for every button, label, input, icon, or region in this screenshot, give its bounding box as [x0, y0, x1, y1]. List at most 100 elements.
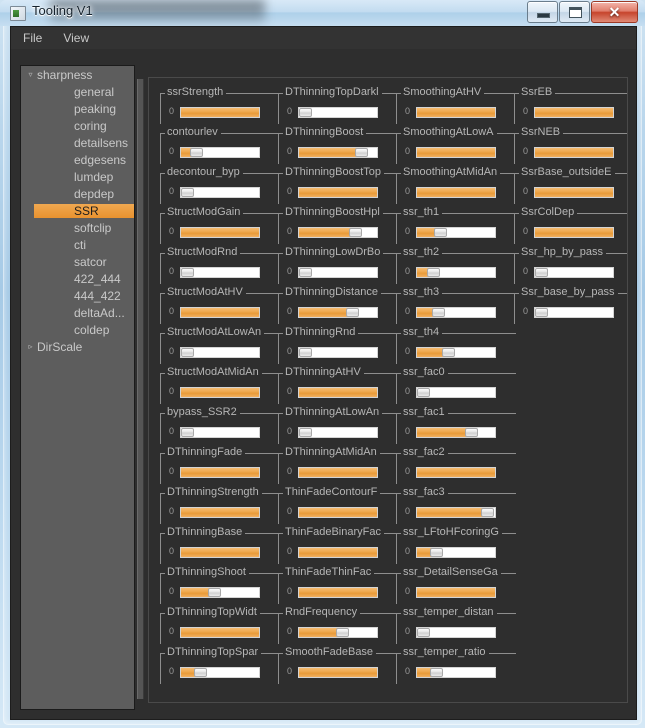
tree-twisty-icon[interactable]: ▿ [24, 70, 37, 79]
slider-handle[interactable] [299, 348, 312, 357]
slider-handle[interactable] [430, 668, 443, 677]
parameter-slider[interactable] [534, 147, 614, 158]
parameter-slider[interactable] [416, 387, 496, 398]
parameter-slider[interactable] [416, 347, 496, 358]
parameter-slider[interactable] [180, 587, 260, 598]
slider-handle[interactable] [181, 188, 194, 197]
parameter-slider[interactable] [416, 507, 496, 518]
splitter-handle[interactable] [137, 79, 144, 699]
parameter-slider[interactable] [180, 347, 260, 358]
parameter-slider[interactable] [298, 187, 378, 198]
parameter-slider[interactable] [180, 467, 260, 478]
slider-handle[interactable] [190, 148, 203, 157]
slider-handle[interactable] [535, 268, 548, 277]
parameter-slider[interactable] [180, 307, 260, 318]
parameter-slider[interactable] [416, 147, 496, 158]
tree-item-sharpness[interactable]: ▿ sharpness [21, 66, 134, 83]
slider-handle[interactable] [442, 348, 455, 357]
slider-handle[interactable] [299, 108, 312, 117]
parameter-slider[interactable] [416, 547, 496, 558]
parameter-slider[interactable] [416, 667, 496, 678]
tree-item-deltaad[interactable]: deltaAd... [21, 304, 134, 321]
slider-handle[interactable] [336, 628, 349, 637]
parameter-slider[interactable] [298, 307, 378, 318]
slider-handle[interactable] [432, 308, 445, 317]
tree-item-coldep[interactable]: coldep [21, 321, 134, 338]
maximize-button[interactable] [559, 1, 590, 23]
parameter-slider[interactable] [180, 547, 260, 558]
close-button[interactable]: ✕ [591, 1, 638, 23]
slider-handle[interactable] [181, 428, 194, 437]
tree-item-cti[interactable]: cti [21, 236, 134, 253]
slider-handle[interactable] [434, 228, 447, 237]
tree-item-lumdep[interactable]: lumdep [21, 168, 134, 185]
parameter-slider[interactable] [298, 507, 378, 518]
slider-handle[interactable] [427, 268, 440, 277]
parameter-slider[interactable] [298, 267, 378, 278]
parameter-slider[interactable] [416, 227, 496, 238]
parameter-slider[interactable] [298, 147, 378, 158]
tree-item-general[interactable]: general [21, 83, 134, 100]
parameter-slider[interactable] [534, 107, 614, 118]
tree-item-satcor[interactable]: satcor [21, 253, 134, 270]
parameter-slider[interactable] [180, 107, 260, 118]
slider-handle[interactable] [299, 428, 312, 437]
parameter-slider[interactable] [534, 267, 614, 278]
slider-handle[interactable] [481, 508, 494, 517]
parameter-slider[interactable] [298, 627, 378, 638]
tree-item-coring[interactable]: coring [21, 117, 134, 134]
slider-handle[interactable] [299, 268, 312, 277]
parameter-slider[interactable] [534, 227, 614, 238]
parameter-slider[interactable] [180, 147, 260, 158]
parameter-slider[interactable] [416, 107, 496, 118]
slider-handle[interactable] [181, 348, 194, 357]
parameter-slider[interactable] [180, 387, 260, 398]
tree-item-dirscale[interactable]: ▹ DirScale [21, 338, 134, 355]
slider-handle[interactable] [417, 628, 430, 637]
slider-handle[interactable] [465, 428, 478, 437]
tree-twisty-icon[interactable]: ▹ [24, 342, 37, 351]
tree-item-444_422[interactable]: 444_422 [21, 287, 134, 304]
parameter-slider[interactable] [298, 547, 378, 558]
slider-handle[interactable] [346, 308, 359, 317]
title-bar[interactable]: Tooling V1 ✕ [0, 0, 645, 26]
tree-item-edgesens[interactable]: edgesens [21, 151, 134, 168]
navigation-tree[interactable]: ▿ sharpness general peaking coring detailsens… [20, 65, 135, 710]
parameter-slider[interactable] [298, 667, 378, 678]
tree-item-depdep[interactable]: depdep [21, 185, 134, 202]
slider-handle[interactable] [181, 268, 194, 277]
menu-item-view[interactable]: View [54, 29, 98, 47]
parameter-slider[interactable] [534, 187, 614, 198]
parameter-slider[interactable] [180, 227, 260, 238]
parameter-slider[interactable] [416, 467, 496, 478]
minimize-button[interactable] [527, 1, 558, 23]
parameter-slider[interactable] [180, 427, 260, 438]
parameter-slider[interactable] [180, 187, 260, 198]
parameter-slider[interactable] [180, 267, 260, 278]
parameter-slider[interactable] [416, 267, 496, 278]
tree-item-422_444[interactable]: 422_444 [21, 270, 134, 287]
parameter-slider[interactable] [298, 107, 378, 118]
parameter-slider[interactable] [180, 507, 260, 518]
parameter-slider[interactable] [416, 307, 496, 318]
slider-handle[interactable] [349, 228, 362, 237]
slider-handle[interactable] [194, 668, 207, 677]
slider-handle[interactable] [430, 548, 443, 557]
parameter-slider[interactable] [534, 307, 614, 318]
tree-item-softclip[interactable]: softclip [21, 219, 134, 236]
slider-handle[interactable] [417, 388, 430, 397]
slider-handle[interactable] [535, 308, 548, 317]
parameter-slider[interactable] [298, 427, 378, 438]
parameter-slider[interactable] [416, 187, 496, 198]
slider-handle[interactable] [208, 588, 221, 597]
tree-item-detailsens[interactable]: detailsens [21, 134, 134, 151]
parameter-slider[interactable] [416, 587, 496, 598]
parameter-slider[interactable] [298, 347, 378, 358]
slider-handle[interactable] [355, 148, 368, 157]
tree-item-peaking[interactable]: peaking [21, 100, 134, 117]
parameter-slider[interactable] [298, 387, 378, 398]
parameter-slider[interactable] [298, 467, 378, 478]
parameter-slider[interactable] [180, 627, 260, 638]
parameter-slider[interactable] [180, 667, 260, 678]
parameter-slider[interactable] [298, 227, 378, 238]
